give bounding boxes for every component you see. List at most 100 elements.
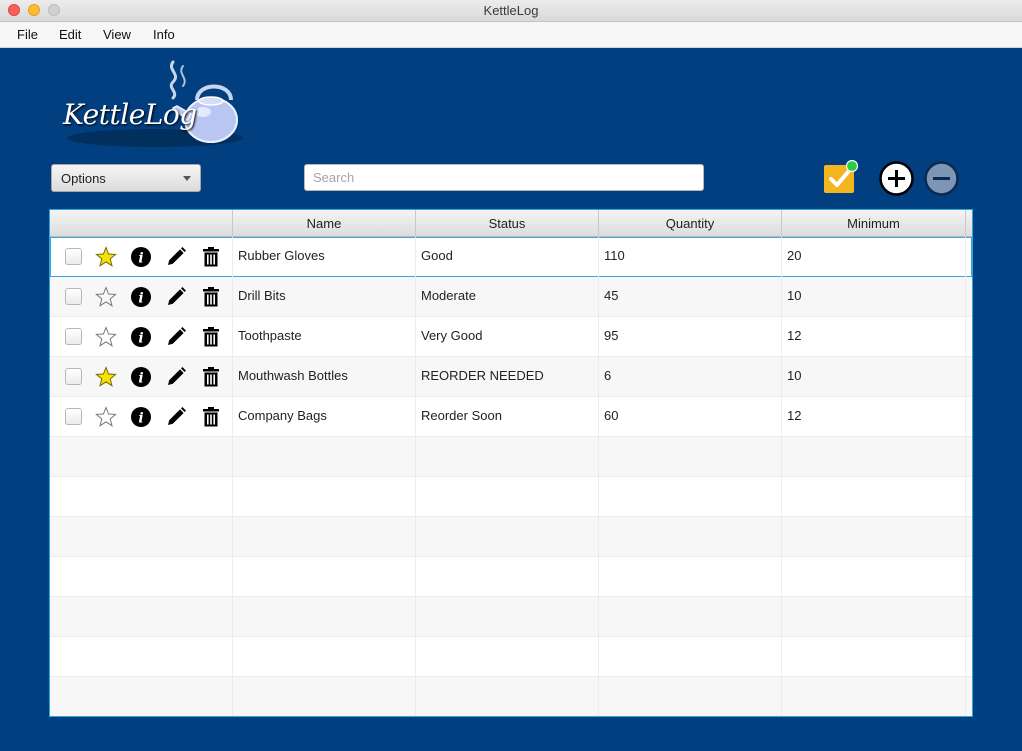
cell-status: REORDER NEEDED [416, 357, 599, 397]
column-header-minimum[interactable]: Minimum [782, 210, 966, 237]
menu-file[interactable]: File [17, 27, 38, 42]
star-filled-icon[interactable] [95, 366, 117, 388]
search-input[interactable] [304, 164, 704, 191]
column-header-name[interactable]: Name [233, 210, 416, 237]
column-divider [232, 597, 233, 637]
row-checkbox[interactable] [65, 248, 82, 265]
menu-bar: File Edit View Info [0, 22, 1022, 48]
column-divider [965, 437, 966, 477]
table-row[interactable]: i Drill Bits Moderate 45 10 [50, 277, 972, 317]
row-checkbox[interactable] [65, 368, 82, 385]
row-actions: i [50, 317, 233, 357]
row-checkbox[interactable] [65, 328, 82, 345]
main-content: KettleLog Options Name Status Quanti [0, 48, 1022, 751]
cell-name: Company Bags [233, 397, 416, 437]
info-icon[interactable]: i [130, 406, 152, 428]
table-row[interactable]: i Mouthwash Bottles REORDER NEEDED 6 10 [50, 357, 972, 397]
column-divider [415, 437, 416, 477]
column-divider [781, 677, 782, 716]
column-header-quantity[interactable]: Quantity [599, 210, 782, 237]
pencil-edit-icon[interactable] [165, 406, 187, 428]
column-divider [781, 437, 782, 477]
chevron-down-icon [183, 176, 191, 181]
plus-circle-icon [879, 161, 914, 196]
column-header-actions [50, 210, 233, 237]
cell-quantity: 95 [599, 317, 782, 357]
column-divider [598, 557, 599, 597]
cell-status: Moderate [416, 277, 599, 317]
table-row[interactable]: i Company Bags Reorder Soon 60 12 [50, 397, 972, 437]
row-actions: i [50, 357, 233, 397]
row-checkbox[interactable] [65, 288, 82, 305]
column-divider [232, 477, 233, 517]
row-checkbox[interactable] [65, 408, 82, 425]
info-icon[interactable]: i [130, 246, 152, 268]
svg-text:i: i [138, 331, 143, 347]
trash-icon[interactable] [200, 406, 222, 428]
column-divider [965, 597, 966, 637]
column-divider [598, 437, 599, 477]
cell-status: Good [416, 237, 599, 277]
trash-icon[interactable] [200, 246, 222, 268]
trash-icon[interactable] [200, 286, 222, 308]
cell-minimum: 10 [782, 357, 966, 397]
menu-edit[interactable]: Edit [59, 27, 81, 42]
info-icon[interactable]: i [130, 366, 152, 388]
window-title: KettleLog [483, 3, 539, 18]
svg-text:i: i [138, 411, 143, 427]
table-row[interactable]: i Toothpaste Very Good 95 12 [50, 317, 972, 357]
pencil-edit-icon[interactable] [165, 286, 187, 308]
pencil-edit-icon[interactable] [165, 326, 187, 348]
star-outline-icon[interactable] [95, 286, 117, 308]
cell-minimum: 20 [782, 237, 966, 277]
trash-icon[interactable] [200, 326, 222, 348]
column-divider [232, 517, 233, 557]
kettlelog-logo: KettleLog [55, 60, 245, 152]
empty-table-row [50, 597, 972, 637]
table-header: Name Status Quantity Minimum [50, 210, 972, 237]
star-outline-icon[interactable] [95, 406, 117, 428]
column-divider [598, 517, 599, 557]
cell-name: Mouthwash Bottles [233, 357, 416, 397]
column-divider [965, 517, 966, 557]
column-divider [598, 597, 599, 637]
svg-text:i: i [138, 291, 143, 307]
column-header-status[interactable]: Status [416, 210, 599, 237]
column-divider [781, 597, 782, 637]
cell-name: Drill Bits [233, 277, 416, 317]
options-label: Options [61, 171, 106, 186]
remove-item-button[interactable] [924, 161, 959, 196]
column-divider [415, 477, 416, 517]
empty-table-row [50, 517, 972, 557]
info-icon[interactable]: i [130, 326, 152, 348]
star-filled-icon[interactable] [95, 246, 117, 268]
pencil-edit-icon[interactable] [165, 366, 187, 388]
column-divider [598, 477, 599, 517]
row-actions: i [50, 237, 233, 277]
menu-view[interactable]: View [103, 27, 131, 42]
row-actions: i [50, 397, 233, 437]
title-bar: KettleLog [0, 0, 1022, 22]
trash-icon[interactable] [200, 366, 222, 388]
info-icon[interactable]: i [130, 286, 152, 308]
cell-name: Toothpaste [233, 317, 416, 357]
cell-quantity: 6 [599, 357, 782, 397]
add-item-button[interactable] [879, 161, 914, 196]
column-divider [781, 637, 782, 677]
cell-quantity: 60 [599, 397, 782, 437]
column-divider [415, 557, 416, 597]
cell-status: Very Good [416, 317, 599, 357]
checkbox-notification-icon[interactable] [824, 159, 859, 194]
table-row[interactable]: i Rubber Gloves Good 110 20 [50, 237, 972, 277]
column-divider [781, 477, 782, 517]
cell-name: Rubber Gloves [233, 237, 416, 277]
column-divider [965, 477, 966, 517]
menu-info[interactable]: Info [153, 27, 175, 42]
star-outline-icon[interactable] [95, 326, 117, 348]
column-divider [598, 637, 599, 677]
inventory-table: Name Status Quantity Minimum i Rubber Glo… [49, 209, 973, 717]
options-dropdown[interactable]: Options [51, 164, 201, 192]
pencil-edit-icon[interactable] [165, 246, 187, 268]
column-divider [232, 637, 233, 677]
row-actions: i [50, 277, 233, 317]
